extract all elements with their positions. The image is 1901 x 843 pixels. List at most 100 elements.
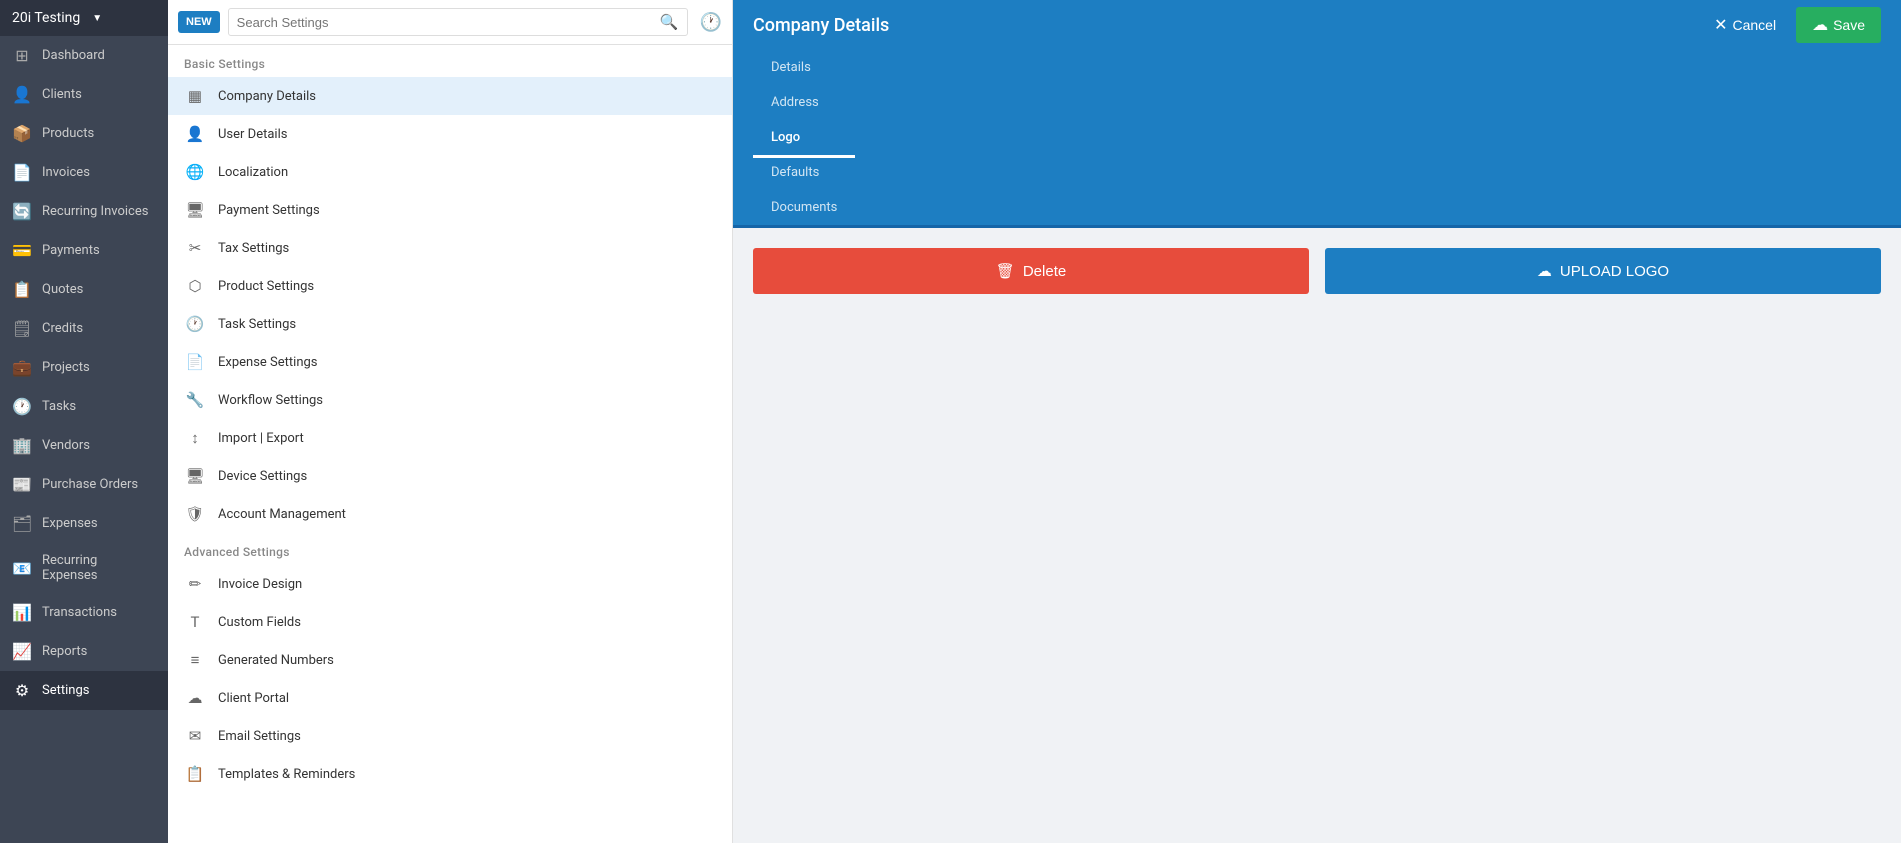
settings-item-product-settings[interactable]: ⬡ Product Settings	[168, 267, 732, 305]
settings-item-device-settings[interactable]: 🖥 Device Settings	[168, 457, 732, 495]
vendors-icon: 🏢	[12, 436, 32, 455]
search-icon: 🔍	[660, 13, 679, 31]
sidebar-item-dashboard[interactable]: ⊞ Dashboard	[0, 36, 168, 75]
upload-label: UPLOAD LOGO	[1560, 263, 1669, 280]
settings-item-localization[interactable]: 🌐 Localization	[168, 153, 732, 191]
settings-item-task-settings[interactable]: 🕐 Task Settings	[168, 305, 732, 343]
credits-icon: 🗒	[12, 319, 32, 338]
settings-label-account-management: Account Management	[218, 507, 346, 522]
recurring-expenses-icon: 📧	[12, 559, 32, 578]
tab-documents[interactable]: Documents	[753, 190, 855, 228]
workspace-dropdown-icon: ▼	[92, 13, 102, 24]
tab-details[interactable]: Details	[753, 50, 855, 88]
sidebar-item-invoices[interactable]: 📄 Invoices	[0, 153, 168, 192]
user-details-icon: 👤	[184, 125, 206, 143]
settings-item-import-export[interactable]: ↕ Import | Export	[168, 419, 732, 457]
sidebar-item-products[interactable]: 📦 Products	[0, 114, 168, 153]
settings-item-user-details[interactable]: 👤 User Details	[168, 115, 732, 153]
left-navigation: 20i Testing ▼ ⊞ Dashboard👤 Clients📦 Prod…	[0, 0, 168, 843]
tabs-bar: DetailsAddressLogoDefaultsDocuments	[733, 50, 1901, 228]
sidebar-label-reports: Reports	[42, 644, 87, 659]
sidebar-item-payments[interactable]: 💳 Payments	[0, 231, 168, 270]
settings-item-account-management[interactable]: 🛡 Account Management	[168, 495, 732, 533]
settings-label-custom-fields: Custom Fields	[218, 615, 301, 630]
settings-item-invoice-design[interactable]: ✏ Invoice Design	[168, 565, 732, 603]
settings-toolbar: NEW 🔍 🕐	[168, 0, 732, 45]
sidebar-label-clients: Clients	[42, 87, 82, 102]
settings-item-templates-reminders[interactable]: 📋 Templates & Reminders	[168, 755, 732, 793]
settings-label-device-settings: Device Settings	[218, 469, 307, 484]
purchase-orders-icon: 📰	[12, 475, 32, 494]
sidebar-label-payments: Payments	[42, 243, 100, 258]
sidebar-item-recurring-invoices[interactable]: 🔄 Recurring Invoices	[0, 192, 168, 231]
sidebar-item-transactions[interactable]: 📊 Transactions	[0, 593, 168, 632]
device-settings-icon: 🖥	[184, 467, 206, 485]
settings-label-product-settings: Product Settings	[218, 279, 314, 294]
sidebar-item-projects[interactable]: 💼 Projects	[0, 348, 168, 387]
settings-label-task-settings: Task Settings	[218, 317, 296, 332]
settings-item-custom-fields[interactable]: T Custom Fields	[168, 603, 732, 641]
invoices-icon: 📄	[12, 163, 32, 182]
settings-item-tax-settings[interactable]: ✂ Tax Settings	[168, 229, 732, 267]
settings-label-email-settings: Email Settings	[218, 729, 301, 744]
main-header: Company Details ✕ Cancel ☁ Save	[733, 0, 1901, 50]
settings-item-company-details[interactable]: ▦ Company Details	[168, 77, 732, 115]
settings-item-email-settings[interactable]: ✉ Email Settings	[168, 717, 732, 755]
advanced-settings-items: ✏ Invoice DesignT Custom Fields≡ Generat…	[168, 565, 732, 793]
sidebar-label-dashboard: Dashboard	[42, 48, 105, 63]
settings-label-payment-settings: Payment Settings	[218, 203, 320, 218]
upload-logo-button[interactable]: ☁ UPLOAD LOGO	[1325, 248, 1881, 294]
sidebar-label-projects: Projects	[42, 360, 90, 375]
sidebar-item-settings[interactable]: ⚙ Settings	[0, 671, 168, 710]
payment-settings-icon: 🖥	[184, 201, 206, 219]
advanced-settings-header: Advanced Settings	[168, 533, 732, 565]
sidebar-label-vendors: Vendors	[42, 438, 90, 453]
sidebar-item-vendors[interactable]: 🏢 Vendors	[0, 426, 168, 465]
settings-label-generated-numbers: Generated Numbers	[218, 653, 334, 668]
sidebar-item-clients[interactable]: 👤 Clients	[0, 75, 168, 114]
cancel-button[interactable]: ✕ Cancel	[1704, 9, 1786, 41]
main-body: 🗑 Delete ☁ UPLOAD LOGO	[733, 228, 1901, 843]
sidebar-label-products: Products	[42, 126, 94, 141]
client-portal-icon: ☁	[184, 689, 206, 707]
sidebar-item-quotes[interactable]: 📋 Quotes	[0, 270, 168, 309]
sidebar-item-tasks[interactable]: 🕐 Tasks	[0, 387, 168, 426]
delete-icon: 🗑	[996, 262, 1015, 280]
search-input[interactable]	[237, 15, 660, 30]
cancel-icon: ✕	[1714, 15, 1727, 35]
sidebar-item-recurring-expenses[interactable]: 📧 Recurring Expenses	[0, 543, 168, 593]
settings-item-generated-numbers[interactable]: ≡ Generated Numbers	[168, 641, 732, 679]
tab-defaults[interactable]: Defaults	[753, 155, 855, 193]
page-title: Company Details	[753, 15, 889, 36]
settings-panel: NEW 🔍 🕐 Basic Settings ▦ Company Details…	[168, 0, 733, 843]
sidebar-item-reports[interactable]: 📈 Reports	[0, 632, 168, 671]
localization-icon: 🌐	[184, 163, 206, 181]
save-button[interactable]: ☁ Save	[1796, 7, 1881, 43]
sidebar-item-expenses[interactable]: 🗂 Expenses	[0, 504, 168, 543]
recurring-invoices-icon: 🔄	[12, 202, 32, 221]
email-settings-icon: ✉	[184, 727, 206, 745]
account-management-icon: 🛡	[184, 505, 206, 523]
invoice-design-icon: ✏	[184, 575, 206, 593]
settings-item-client-portal[interactable]: ☁ Client Portal	[168, 679, 732, 717]
new-button[interactable]: NEW	[178, 11, 220, 33]
settings-item-expense-settings[interactable]: 📄 Expense Settings	[168, 343, 732, 381]
settings-item-workflow-settings[interactable]: 🔧 Workflow Settings	[168, 381, 732, 419]
nav-items-list: ⊞ Dashboard👤 Clients📦 Products📄 Invoices…	[0, 36, 168, 710]
settings-label-tax-settings: Tax Settings	[218, 241, 289, 256]
transactions-icon: 📊	[12, 603, 32, 622]
sidebar-item-credits[interactable]: 🗒 Credits	[0, 309, 168, 348]
basic-settings-items: ▦ Company Details👤 User Details🌐 Localiz…	[168, 77, 732, 533]
settings-item-payment-settings[interactable]: 🖥 Payment Settings	[168, 191, 732, 229]
delete-button[interactable]: 🗑 Delete	[753, 248, 1309, 294]
header-actions: ✕ Cancel ☁ Save	[1704, 7, 1881, 43]
workspace-selector[interactable]: 20i Testing ▼	[0, 0, 168, 36]
tab-logo[interactable]: Logo	[753, 120, 855, 158]
history-icon[interactable]: 🕐	[700, 12, 722, 33]
tab-address[interactable]: Address	[753, 85, 855, 123]
main-content: Company Details ✕ Cancel ☁ Save DetailsA…	[733, 0, 1901, 843]
save-icon: ☁	[1812, 15, 1828, 35]
sidebar-label-credits: Credits	[42, 321, 83, 336]
sidebar-item-purchase-orders[interactable]: 📰 Purchase Orders	[0, 465, 168, 504]
save-label: Save	[1833, 17, 1865, 33]
